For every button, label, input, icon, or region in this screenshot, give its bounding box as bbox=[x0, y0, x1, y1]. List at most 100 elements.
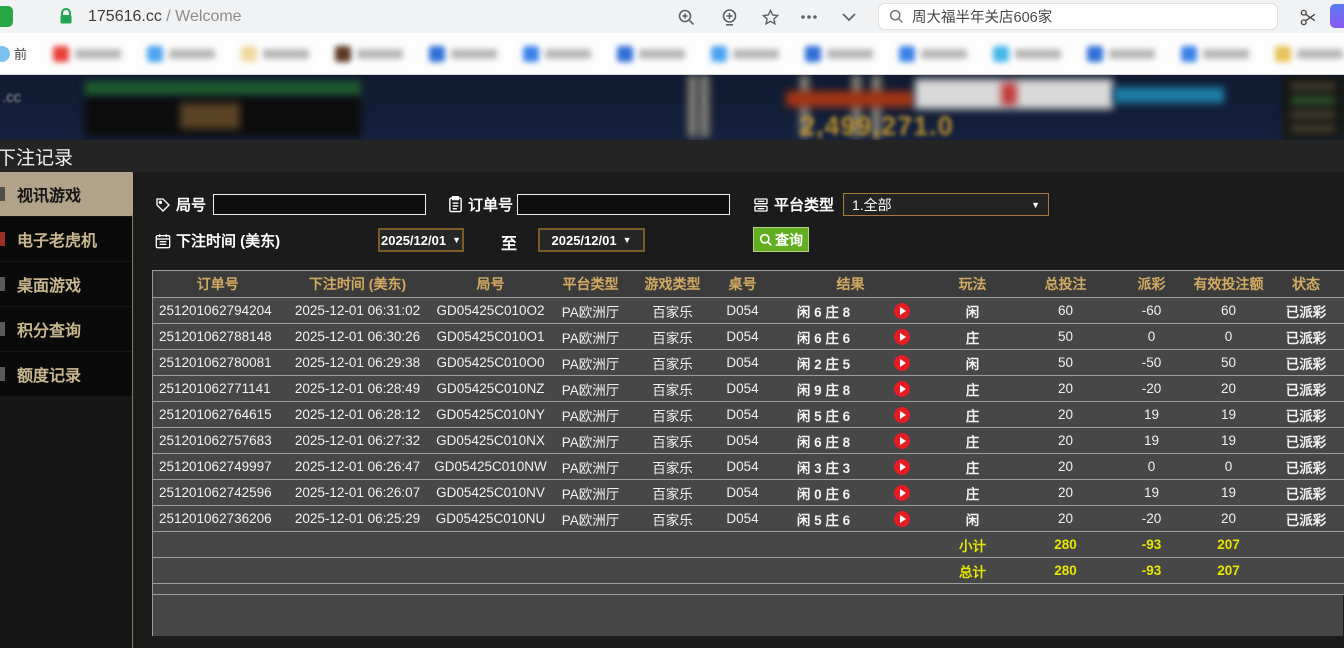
cell-valid-bet: 50 bbox=[1189, 350, 1269, 376]
column-header: 桌号 bbox=[713, 271, 773, 298]
cell-total-bet: 20 bbox=[1017, 402, 1115, 428]
cell-result: 闲 2 庄 5 bbox=[773, 350, 929, 376]
bookmark-item[interactable] bbox=[523, 46, 591, 62]
cell-platform: PA欧洲厅 bbox=[549, 376, 633, 402]
summary-label: 小计 bbox=[929, 532, 1017, 558]
cell-bet-time: 2025-12-01 06:29:38 bbox=[283, 350, 433, 376]
cell-total-bet: 20 bbox=[1017, 376, 1115, 402]
bookmark-item[interactable] bbox=[147, 46, 215, 62]
favicon bbox=[1181, 46, 1197, 62]
bookmark-item[interactable] bbox=[711, 46, 779, 62]
cell-result: 闲 6 庄 6 bbox=[773, 324, 929, 350]
cell-table-no: D054 bbox=[713, 402, 773, 428]
cell-bet-time: 2025-12-01 06:28:49 bbox=[283, 376, 433, 402]
bookmark-item[interactable] bbox=[335, 46, 403, 62]
sidebar-item-3[interactable]: 积分查询 bbox=[0, 307, 132, 351]
bookmark-item[interactable] bbox=[429, 46, 497, 62]
cell-total-bet: 60 bbox=[1017, 298, 1115, 324]
cell-status: 已派彩 bbox=[1269, 324, 1344, 350]
date-from-select[interactable]: 2025/12/01▼ bbox=[378, 228, 464, 252]
bookmark-item[interactable] bbox=[899, 46, 967, 62]
summary-row: 总计 280 -93 207 bbox=[153, 558, 1344, 584]
search-input[interactable]: 周大福半年关店606家 bbox=[878, 3, 1278, 30]
table-row: 251201062736206 2025-12-01 06:25:29 GD05… bbox=[153, 506, 1344, 532]
cell-bet-time: 2025-12-01 06:30:26 bbox=[283, 324, 433, 350]
scissors-icon[interactable] bbox=[1296, 5, 1320, 29]
replay-video-button[interactable] bbox=[894, 433, 910, 449]
banner-button-red[interactable] bbox=[786, 91, 914, 107]
bookmark-item[interactable]: 前 bbox=[0, 44, 27, 63]
bookmarks-bar: 前 bbox=[0, 33, 1344, 75]
cell-table-no: D054 bbox=[713, 428, 773, 454]
cell-valid-bet: 19 bbox=[1189, 428, 1269, 454]
sidebar-item-4[interactable]: 额度记录 bbox=[0, 352, 132, 396]
sidebar-item-label: 电子老虎机 bbox=[17, 227, 97, 251]
bookmark-item[interactable] bbox=[805, 46, 873, 62]
bookmark-item[interactable] bbox=[241, 46, 309, 62]
query-button[interactable]: 查询 bbox=[753, 227, 809, 252]
url-display[interactable]: 175616.cc / Welcome bbox=[88, 8, 242, 26]
extension-icon[interactable] bbox=[1330, 4, 1344, 28]
cell-game-type: 百家乐 bbox=[633, 480, 713, 506]
column-header: 平台类型 bbox=[549, 271, 633, 298]
cell-play-type: 闲 bbox=[929, 350, 1017, 376]
replay-video-button[interactable] bbox=[894, 407, 910, 423]
replay-video-button[interactable] bbox=[894, 485, 910, 501]
date-to-select[interactable]: 2025/12/01▼ bbox=[538, 228, 645, 252]
sidebar-item-icon bbox=[0, 232, 5, 246]
cell-round-no: GD05425C010NV bbox=[433, 480, 549, 506]
bookmark-item[interactable] bbox=[993, 46, 1061, 62]
column-header: 派彩 bbox=[1115, 271, 1189, 298]
bookmark-item[interactable] bbox=[53, 46, 121, 62]
cell-play-type: 庄 bbox=[929, 454, 1017, 480]
cell-round-no: GD05425C010NW bbox=[433, 454, 549, 480]
security-shield-icon bbox=[0, 6, 13, 27]
replay-video-button[interactable] bbox=[894, 381, 910, 397]
replay-video-button[interactable] bbox=[894, 511, 910, 527]
bookmark-star-icon[interactable] bbox=[758, 5, 782, 29]
banner-button-blue[interactable] bbox=[1114, 87, 1224, 103]
replay-video-button[interactable] bbox=[894, 355, 910, 371]
sidebar-item-1[interactable]: 电子老虎机 bbox=[0, 217, 132, 261]
clipboard-icon bbox=[448, 196, 463, 213]
column-header: 状态 bbox=[1269, 271, 1344, 298]
favicon bbox=[147, 46, 163, 62]
sidebar-item-0[interactable]: 视讯游戏 bbox=[0, 172, 132, 216]
cell-total-bet: 50 bbox=[1017, 350, 1115, 376]
column-header: 局号 bbox=[433, 271, 549, 298]
column-header: 玩法 bbox=[929, 271, 1017, 298]
favicon bbox=[617, 46, 633, 62]
summary-row: 小计 280 -93 207 bbox=[153, 532, 1344, 558]
cell-bet-time: 2025-12-01 06:31:02 bbox=[283, 298, 433, 324]
cell-round-no: GD05425C010NY bbox=[433, 402, 549, 428]
bookmark-item[interactable] bbox=[1275, 46, 1343, 62]
summary-payout: -93 bbox=[1115, 532, 1189, 558]
chevron-down-icon[interactable] bbox=[837, 5, 861, 29]
bookmark-item[interactable] bbox=[1087, 46, 1155, 62]
sidebar-item-label: 积分查询 bbox=[17, 317, 81, 341]
bookmark-label: 前 bbox=[14, 44, 27, 63]
cell-total-bet: 50 bbox=[1017, 324, 1115, 350]
sidebar-item-2[interactable]: 桌面游戏 bbox=[0, 262, 132, 306]
cell-result: 闲 6 庄 8 bbox=[773, 298, 929, 324]
cell-result: 闲 6 庄 8 bbox=[773, 428, 929, 454]
bookmark-item[interactable] bbox=[617, 46, 685, 62]
cell-valid-bet: 60 bbox=[1189, 298, 1269, 324]
replay-video-button[interactable] bbox=[894, 329, 910, 345]
platform-type-select[interactable]: 1.全部 ▼ bbox=[843, 193, 1049, 216]
order-no-input[interactable] bbox=[517, 194, 730, 215]
replay-video-button[interactable] bbox=[894, 303, 910, 319]
cell-status: 已派彩 bbox=[1269, 298, 1344, 324]
more-options-icon[interactable] bbox=[797, 5, 821, 29]
round-no-input[interactable] bbox=[213, 194, 426, 215]
to-label: 至 bbox=[501, 230, 517, 254]
table-row: 251201062771141 2025-12-01 06:28:49 GD05… bbox=[153, 376, 1344, 402]
replay-video-button[interactable] bbox=[894, 459, 910, 475]
table-row: 251201062794204 2025-12-01 06:31:02 GD05… bbox=[153, 298, 1344, 324]
bookmark-item[interactable] bbox=[1181, 46, 1249, 62]
caret-down-icon: ▼ bbox=[623, 235, 632, 245]
cell-game-type: 百家乐 bbox=[633, 376, 713, 402]
cell-payout: -50 bbox=[1115, 350, 1189, 376]
translate-icon[interactable] bbox=[717, 5, 741, 29]
zoom-icon[interactable] bbox=[674, 5, 698, 29]
